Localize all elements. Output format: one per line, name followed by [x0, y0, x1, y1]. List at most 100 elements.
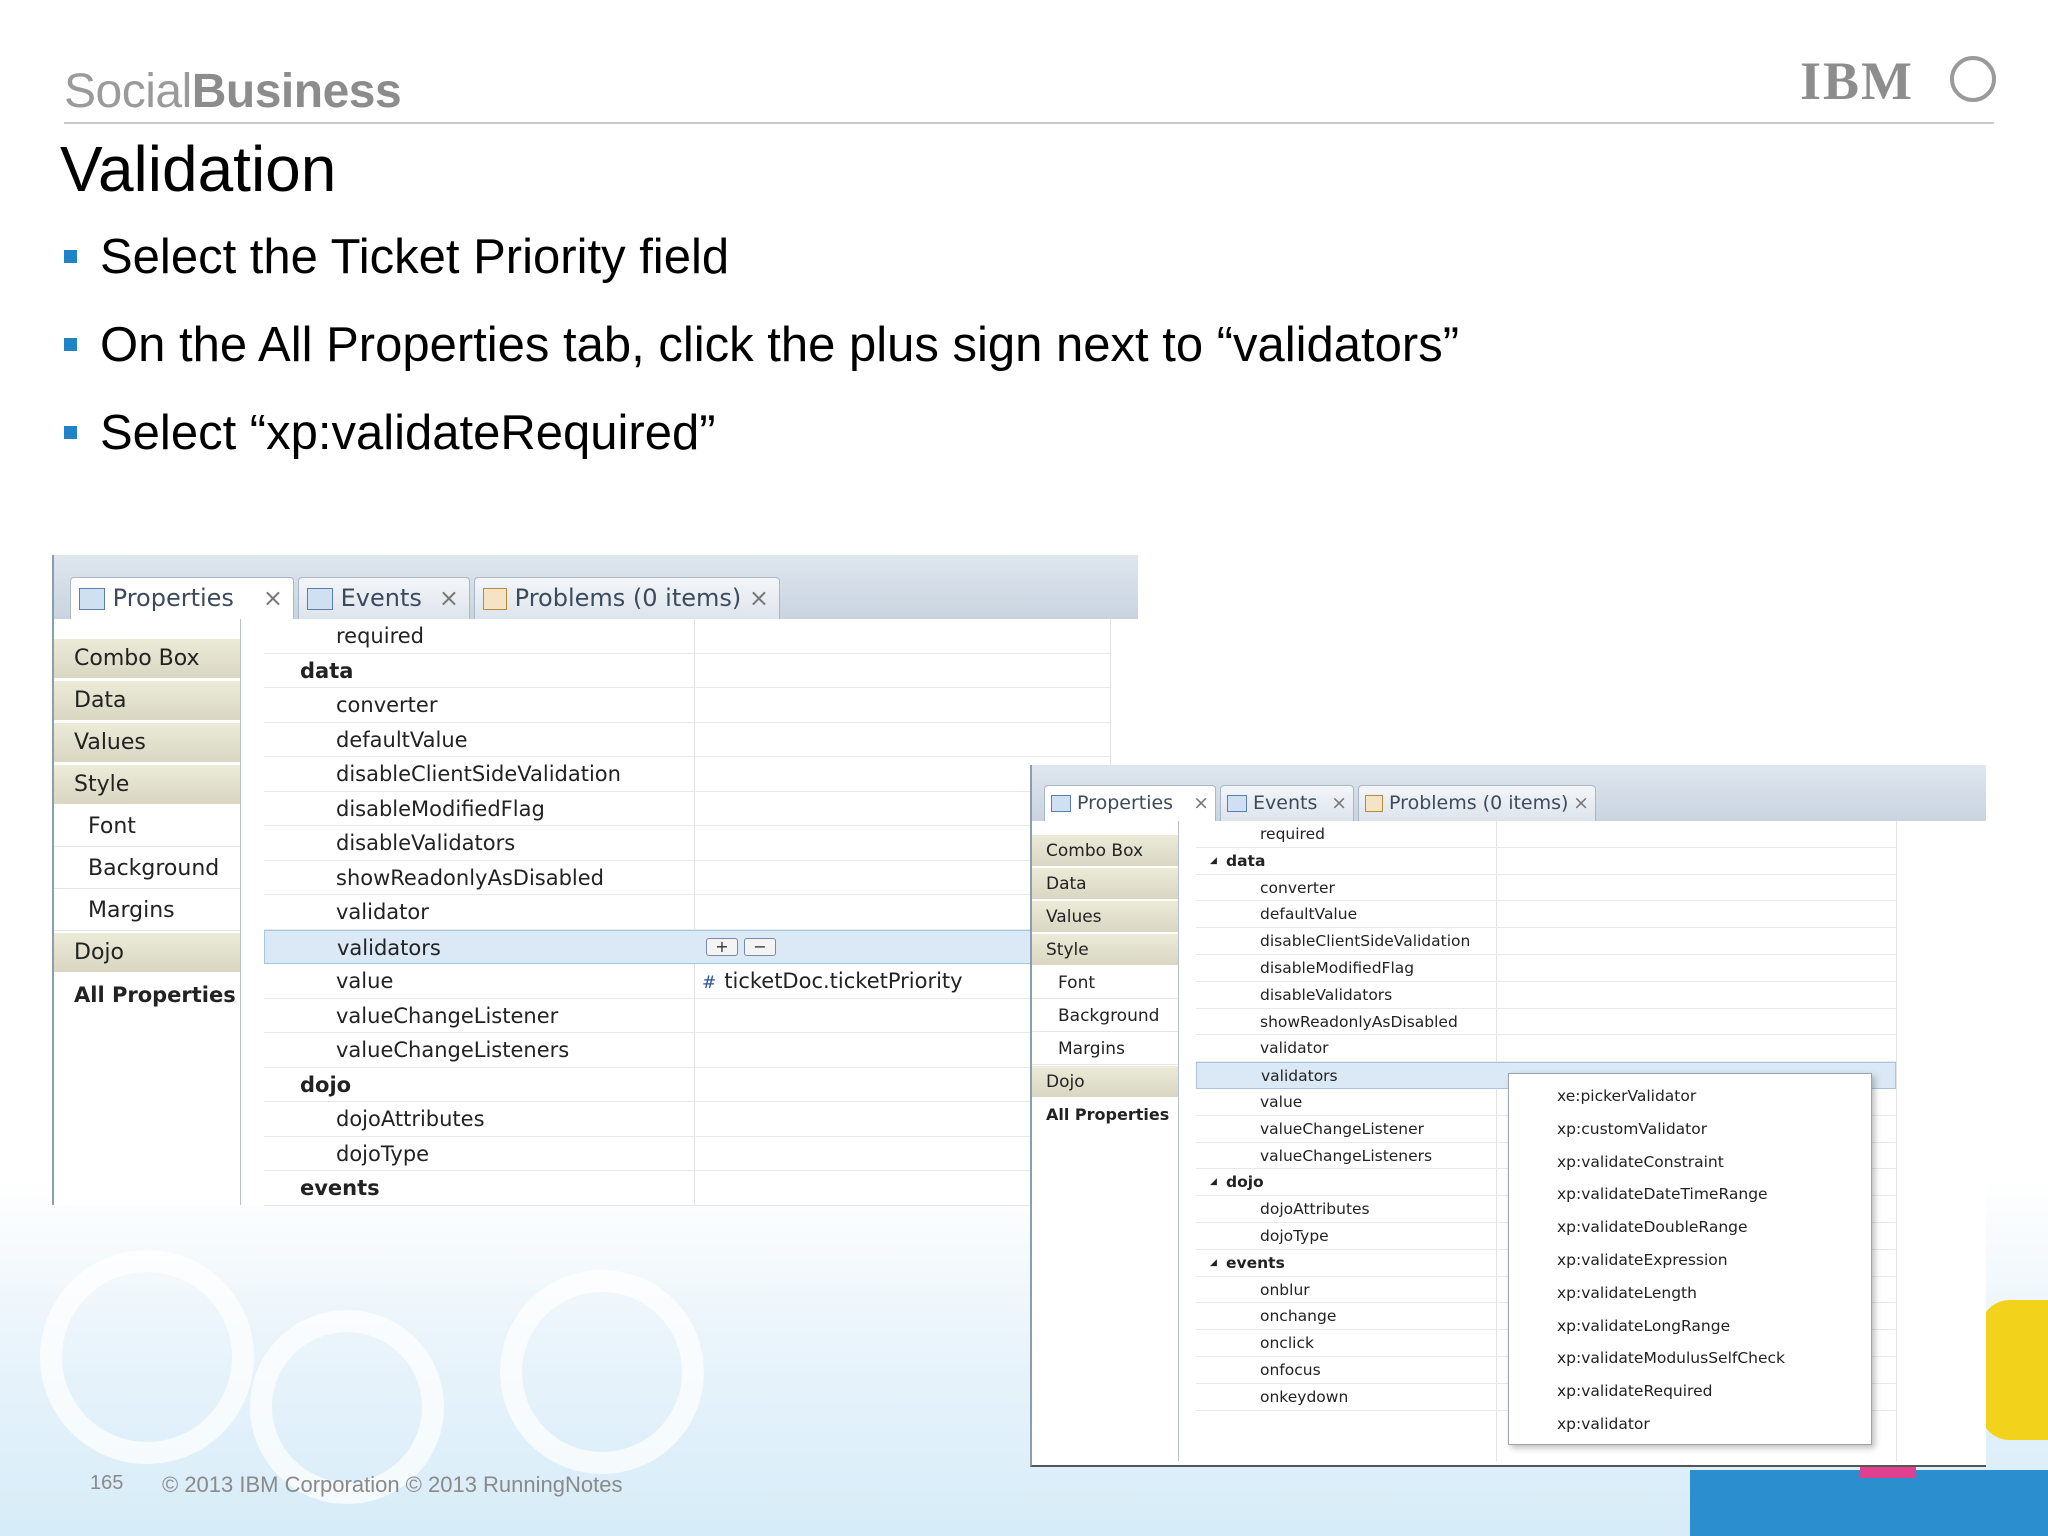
decorative-ring [500, 1270, 704, 1474]
sidebar-item-style[interactable]: Style [1032, 934, 1178, 966]
property-row-value[interactable]: value [264, 964, 1110, 999]
sidebar-item-values[interactable]: Values [54, 723, 240, 763]
properties-panel-screenshot-with-menu: Properties × Events × Problems (0 items)… [1030, 765, 1986, 1467]
property-group-data[interactable]: data [264, 654, 1110, 688]
sidebar-item-dojo[interactable]: Dojo [54, 933, 240, 973]
property-row-required[interactable]: required [264, 619, 1110, 654]
add-validator-button[interactable]: + [706, 937, 738, 956]
property-row-validator[interactable]: validator [1196, 1035, 1896, 1063]
sidebar-item-combo-box[interactable]: Combo Box [54, 639, 240, 679]
property-row-disablevalidators[interactable]: disableValidators [1196, 982, 1896, 1009]
menu-item-xp-validaterequired[interactable]: xp:validateRequired [1557, 1375, 1712, 1408]
sidebar-item-all-properties[interactable]: All Properties [1032, 1099, 1178, 1131]
property-row-valuechangelisteners[interactable]: valueChangeListeners [264, 1033, 1110, 1068]
expand-triangle-icon[interactable]: ◢ [1210, 1169, 1217, 1196]
close-icon[interactable]: × [1193, 786, 1209, 820]
sidebar-item-background[interactable]: Background [1032, 1000, 1178, 1032]
sidebar-item-style[interactable]: Style [54, 765, 240, 805]
property-name: disableClientSideValidation [1260, 932, 1471, 951]
sidebar-item-data[interactable]: Data [54, 681, 240, 721]
tab-problems[interactable]: Problems (0 items) × [1358, 785, 1596, 821]
column-divider [1896, 821, 1897, 1461]
expand-triangle-icon[interactable]: ◢ [1210, 1250, 1217, 1277]
property-row-converter[interactable]: converter [264, 688, 1110, 723]
tab-events[interactable]: Events × [298, 577, 470, 619]
property-name: converter [1260, 878, 1335, 897]
menu-item-xe-pickervalidator[interactable]: xe:pickerValidator [1557, 1080, 1696, 1113]
property-row-required[interactable]: required [1196, 821, 1896, 848]
sidebar-item-all-properties[interactable]: All Properties [54, 975, 240, 1015]
property-row-disablemodifiedflag[interactable]: disableModifiedFlag [1196, 955, 1896, 982]
tab-properties[interactable]: Properties × [70, 577, 294, 619]
close-icon[interactable]: × [749, 578, 769, 618]
property-row-defaultvalue[interactable]: defaultValue [1196, 901, 1896, 929]
menu-item-xp-customvalidator[interactable]: xp:customValidator [1557, 1113, 1707, 1146]
menu-item-xp-validateconstraint[interactable]: xp:validateConstraint [1557, 1146, 1724, 1179]
tab-properties[interactable]: Properties × [1044, 785, 1216, 821]
property-name: data [300, 658, 354, 683]
property-row-disableclientsidevalidation[interactable]: disableClientSideValidation [1196, 928, 1896, 955]
property-row-showreadonlyasdisabled[interactable]: showReadonlyAsDisabled [264, 861, 1110, 895]
property-row-disableclientsidevalidation[interactable]: disableClientSideValidation [264, 757, 1110, 792]
events-icon [307, 588, 333, 610]
sidebar-item-data[interactable]: Data [1032, 868, 1178, 900]
sidebar-item-font[interactable]: Font [54, 807, 240, 847]
property-name: dojo [300, 1072, 352, 1097]
property-name: onclick [1260, 1334, 1314, 1353]
property-row-defaultvalue[interactable]: defaultValue [264, 723, 1110, 757]
property-name: validator [336, 900, 429, 924]
property-row-validator[interactable]: validator [264, 895, 1110, 930]
events-icon [1227, 795, 1247, 812]
computed-value-icon: # [702, 973, 717, 993]
properties-sidebar: Combo Box Data Values Style Font Backgro… [1032, 821, 1179, 1461]
menu-item-xp-validatelength[interactable]: xp:validateLength [1557, 1277, 1697, 1310]
sidebar-item-values[interactable]: Values [1032, 901, 1178, 933]
close-icon[interactable]: × [439, 578, 459, 618]
menu-item-xp-validatemodulusselfcheck[interactable]: xp:validateModulusSelfCheck [1557, 1342, 1785, 1375]
bullet-item: Select the Ticket Priority field [64, 226, 1459, 314]
sidebar-item-margins[interactable]: Margins [1032, 1033, 1178, 1065]
property-row-dojotype[interactable]: dojoType [264, 1137, 1110, 1171]
close-icon[interactable]: × [263, 578, 283, 618]
property-row-valuechangelistener[interactable]: valueChangeListener [264, 999, 1110, 1033]
remove-validator-button[interactable]: − [744, 937, 776, 956]
property-name: dojoAttributes [336, 1107, 485, 1131]
validator-type-menu[interactable]: xe:pickerValidator xp:customValidator xp:v… [1508, 1073, 1872, 1445]
property-name: value [1260, 1093, 1303, 1111]
tab-problems[interactable]: Problems (0 items) × [474, 577, 780, 619]
property-name: disableValidators [1260, 985, 1393, 1004]
property-row-converter[interactable]: converter [1196, 875, 1896, 902]
property-row-showreadonlyasdisabled[interactable]: showReadonlyAsDisabled [1196, 1009, 1896, 1036]
value-binding-field[interactable]: # ticketDoc.ticketPriority [702, 964, 963, 999]
property-row-disablemodifiedflag[interactable]: disableModifiedFlag [264, 792, 1110, 826]
property-name: defaultValue [336, 727, 468, 752]
menu-item-xp-validatelongrange[interactable]: xp:validateLongRange [1557, 1310, 1730, 1343]
property-name: valueChangeListeners [1260, 1146, 1433, 1165]
property-group-data[interactable]: ◢ data [1196, 848, 1896, 875]
sidebar-item-combo-box[interactable]: Combo Box [1032, 835, 1178, 867]
menu-item-xp-validator[interactable]: xp:validator [1557, 1408, 1650, 1441]
decorative-corner-graphic [1980, 1300, 2048, 1440]
menu-item-xp-validatedoublerange[interactable]: xp:validateDoubleRange [1557, 1211, 1748, 1244]
expand-triangle-icon[interactable]: ◢ [1210, 848, 1217, 875]
property-name: required [336, 624, 424, 648]
sidebar-item-font[interactable]: Font [1032, 967, 1178, 999]
property-group-events[interactable]: events [264, 1171, 1110, 1206]
menu-item-xp-validatedatetimerange[interactable]: xp:validateDateTimeRange [1557, 1178, 1768, 1211]
tab-label: Events [1253, 792, 1318, 814]
menu-item-xp-validateexpression[interactable]: xp:validateExpression [1557, 1244, 1728, 1277]
property-name: disableModifiedFlag [336, 796, 545, 821]
property-row-dojoattributes[interactable]: dojoAttributes [264, 1102, 1110, 1137]
tab-events[interactable]: Events × [1220, 785, 1354, 821]
property-group-dojo[interactable]: dojo [264, 1068, 1110, 1102]
tab-label: Properties [112, 584, 234, 612]
sidebar-item-background[interactable]: Background [54, 849, 240, 889]
page-number: 165 [90, 1472, 124, 1494]
sidebar-item-dojo[interactable]: Dojo [1032, 1066, 1178, 1098]
close-icon[interactable]: × [1331, 786, 1347, 820]
property-row-disablevalidators[interactable]: disableValidators [264, 826, 1110, 861]
property-name: events [300, 1176, 380, 1200]
close-icon[interactable]: × [1573, 786, 1589, 820]
sidebar-item-margins[interactable]: Margins [54, 891, 240, 931]
slide-title: Validation [60, 133, 337, 205]
